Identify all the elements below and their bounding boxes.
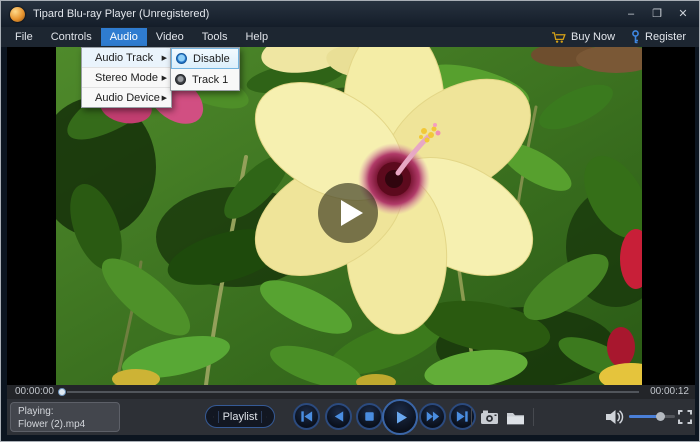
seek-knob[interactable]: [58, 388, 66, 396]
submenu-arrow-icon: ▶: [161, 94, 167, 102]
menu-video[interactable]: Video: [147, 28, 193, 46]
now-playing-box: Playing: Flower (2).mp4: [10, 402, 120, 432]
volume-slider[interactable]: [629, 412, 675, 421]
volume-knob[interactable]: [656, 412, 665, 421]
folder-icon: [506, 412, 524, 424]
camera-icon: [480, 410, 498, 424]
play-icon: [396, 411, 407, 423]
key-icon: [632, 30, 639, 44]
stereo-mode-label: Stereo Mode: [95, 71, 158, 84]
window-controls: – ❐ ✕: [624, 7, 690, 21]
titlebar: Tipard Blu-ray Player (Unregistered) – ❐…: [1, 1, 699, 27]
skip-back-icon: [301, 411, 313, 422]
play-overlay-button[interactable]: [318, 183, 378, 243]
play-button[interactable]: [382, 399, 418, 435]
audio-track-label: Audio Track: [95, 51, 154, 64]
snapshot-button[interactable]: [479, 407, 499, 427]
seek-track[interactable]: [67, 391, 639, 393]
window-title: Tipard Blu-ray Player (Unregistered): [33, 8, 210, 20]
play-overlay-icon: [340, 200, 363, 226]
fast-forward-button[interactable]: [419, 403, 446, 430]
menu-item-audio-track[interactable]: Audio Track ▶: [82, 48, 171, 67]
pill-divider: [261, 410, 263, 423]
rewind-icon: [334, 411, 344, 422]
menubar: File Controls Audio Video Tools Help Buy…: [1, 27, 699, 47]
menu-item-audio-device[interactable]: Audio Device ▶: [82, 87, 171, 107]
hamburger-icon: [213, 416, 214, 417]
track-1-label: Track 1: [192, 73, 229, 86]
fullscreen-button[interactable]: [677, 407, 693, 427]
fast-forward-icon: [426, 411, 440, 422]
pill-divider: [217, 410, 219, 423]
fullscreen-icon: [678, 410, 692, 424]
cart-icon: [552, 31, 566, 43]
menu-audio[interactable]: Audio: [100, 28, 147, 46]
speaker-icon: [606, 410, 624, 424]
elapsed-time: 00:00:00: [15, 386, 54, 397]
stop-icon: [365, 412, 374, 421]
now-playing-filename: Flower (2).mp4: [18, 419, 86, 430]
playlist-button[interactable]: Playlist: [205, 405, 275, 428]
minimize-button[interactable]: –: [624, 7, 638, 21]
disable-label: Disable: [193, 52, 230, 65]
buy-now-button[interactable]: Buy Now: [551, 31, 615, 44]
now-playing-label: Playing:: [18, 406, 54, 417]
toolbar-divider: [471, 408, 472, 426]
audio-menu-dropdown: Audio Track ▶ Stereo Mode ▶ Audio Device…: [81, 47, 172, 108]
menu-controls[interactable]: Controls: [42, 28, 101, 46]
radio-selected-icon: [176, 53, 187, 64]
playlist-order-icon: [266, 416, 267, 417]
maximize-button[interactable]: ❐: [650, 7, 664, 21]
audio-device-label: Audio Device: [95, 91, 160, 104]
register-label: Register: [645, 31, 686, 43]
submenu-arrow-icon: ▶: [161, 74, 167, 82]
close-button[interactable]: ✕: [676, 7, 690, 21]
menu-tools[interactable]: Tools: [193, 28, 237, 46]
open-file-button[interactable]: [505, 407, 525, 427]
rewind-button[interactable]: [325, 403, 352, 430]
menu-help[interactable]: Help: [236, 28, 277, 46]
control-bar: Playing: Flower (2).mp4 Playlist: [7, 399, 695, 435]
previous-button[interactable]: [293, 403, 320, 430]
app-logo-icon: [10, 6, 25, 22]
menu-item-stereo-mode[interactable]: Stereo Mode ▶: [82, 67, 171, 87]
submenu-arrow-icon: ▶: [161, 54, 167, 62]
total-time: 00:00:12: [650, 386, 689, 397]
app-window: Tipard Blu-ray Player (Unregistered) – ❐…: [0, 0, 700, 442]
submenu-item-disable[interactable]: Disable: [171, 48, 239, 69]
menu-file[interactable]: File: [6, 28, 42, 46]
submenu-item-track-1[interactable]: Track 1: [171, 69, 239, 90]
skip-forward-icon: [456, 411, 468, 422]
radio-unselected-icon: [175, 74, 186, 85]
menubar-right: Buy Now Register: [551, 30, 694, 44]
buy-now-label: Buy Now: [571, 31, 616, 43]
stop-button[interactable]: [356, 403, 383, 430]
toolbar-divider: [533, 408, 534, 426]
seekbar: 00:00:00 00:00:12: [7, 385, 695, 399]
mute-button[interactable]: [605, 407, 625, 427]
playlist-label: Playlist: [222, 410, 258, 423]
register-button[interactable]: Register: [631, 30, 686, 44]
audio-track-submenu: Disable Track 1: [170, 47, 240, 91]
